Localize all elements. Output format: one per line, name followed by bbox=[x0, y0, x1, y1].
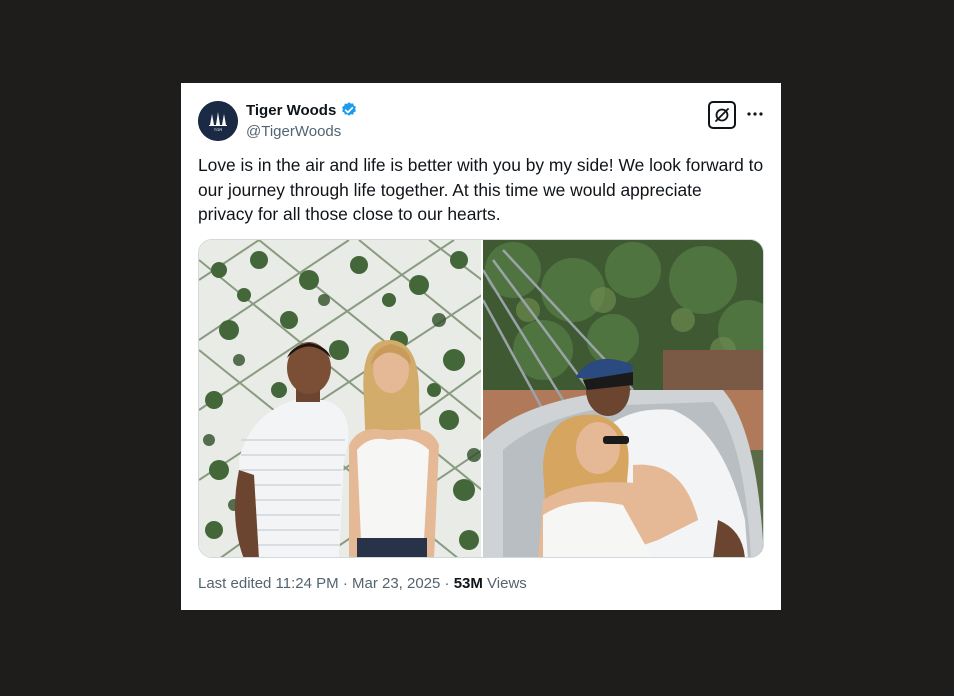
tweet-text-line: Love is in the air and life is better wi… bbox=[198, 155, 764, 175]
tweet-media bbox=[198, 239, 764, 558]
tweet-photo-1[interactable] bbox=[199, 240, 483, 557]
views-count: 53M bbox=[453, 575, 483, 592]
author-handle[interactable]: @TigerWoods bbox=[246, 123, 341, 140]
grok-button[interactable] bbox=[708, 101, 736, 129]
author-name[interactable]: Tiger Woods bbox=[246, 102, 336, 119]
author-avatar[interactable]: TGR bbox=[198, 101, 238, 141]
grok-icon bbox=[715, 108, 729, 122]
tweet-text-line: our journey through life together. At th… bbox=[198, 179, 702, 200]
author-name-row: Tiger Woods bbox=[246, 101, 358, 119]
verified-badge-icon bbox=[342, 102, 357, 116]
edited-timestamp[interactable]: Last edited 11:24 PM · Mar 23, 2025 · bbox=[198, 575, 454, 592]
more-options-button[interactable] bbox=[744, 103, 766, 125]
views-label: Views bbox=[482, 575, 527, 592]
avatar-text: TGR bbox=[214, 127, 223, 132]
tweet-card: TGR Tiger Woods @TigerWoods Love is in t… bbox=[181, 83, 781, 610]
tgr-logo-icon: TGR bbox=[198, 101, 238, 141]
tweet-photo-2[interactable] bbox=[483, 240, 763, 557]
tweet-text: Love is in the air and life is better wi… bbox=[198, 153, 773, 227]
more-dots-icon bbox=[747, 112, 763, 116]
tweet-text-line: privacy for all those close to our heart… bbox=[198, 204, 501, 224]
tweet-meta: Last edited 11:24 PM · Mar 23, 2025 · 53… bbox=[198, 575, 527, 592]
